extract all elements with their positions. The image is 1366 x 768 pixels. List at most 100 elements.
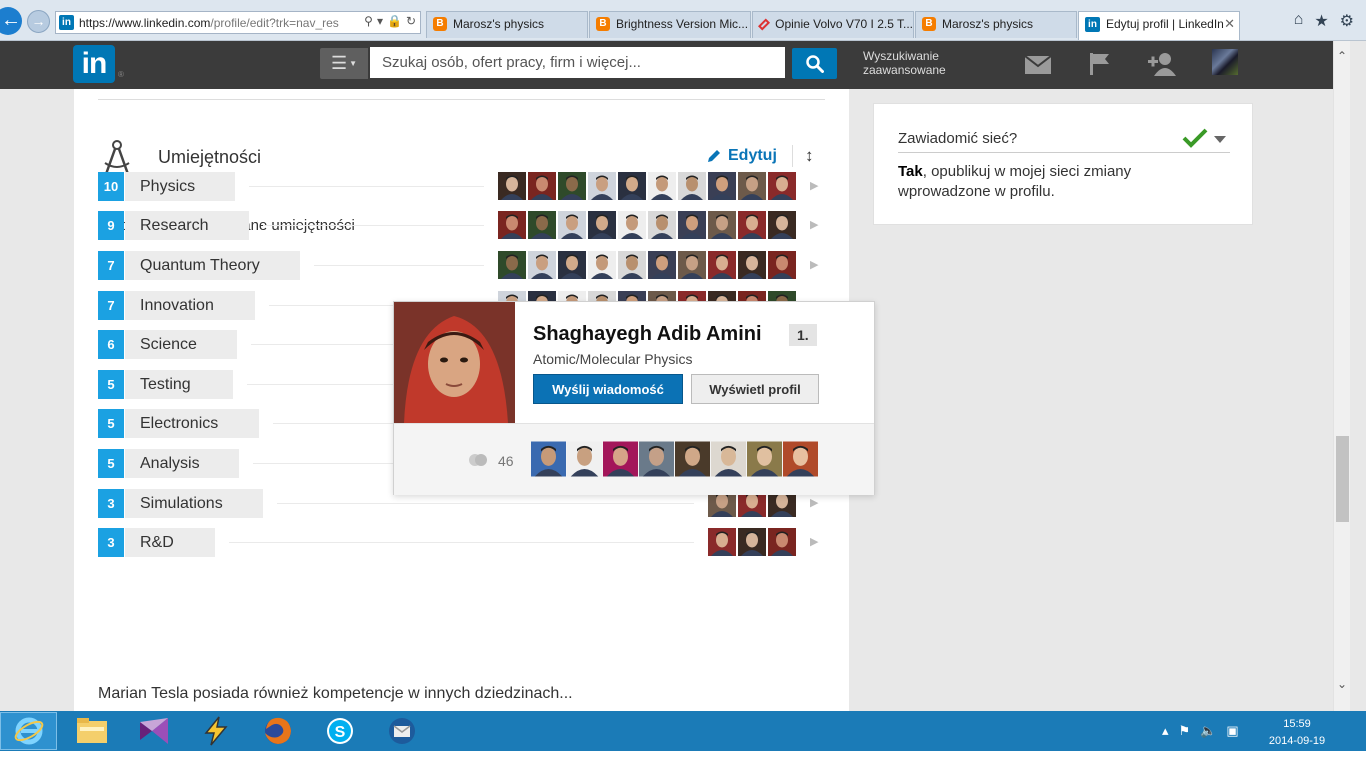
shared-connection-avatar[interactable]: [567, 441, 602, 477]
endorser-avatar[interactable]: [558, 251, 586, 279]
endorser-avatar[interactable]: [708, 528, 736, 556]
endorser-avatar[interactable]: [768, 211, 796, 239]
address-url[interactable]: https://www.linkedin.com/profile/edit?tr…: [79, 16, 351, 30]
endorser-avatar[interactable]: [588, 172, 616, 200]
close-icon[interactable]: ✕: [1224, 16, 1235, 32]
skill-row[interactable]: 3 R&D ▶: [98, 528, 828, 557]
endorser-avatar[interactable]: [708, 211, 736, 239]
skill-name[interactable]: Quantum Theory: [125, 251, 300, 280]
endorser-avatar[interactable]: [708, 251, 736, 279]
file-explorer-button[interactable]: [63, 712, 120, 750]
skill-row[interactable]: 9 Research ▶: [98, 211, 828, 240]
home-icon[interactable]: ⌂: [1294, 11, 1304, 31]
endorser-avatar[interactable]: [768, 172, 796, 200]
shared-connection-avatar[interactable]: [783, 441, 818, 477]
endorser-avatar[interactable]: [768, 528, 796, 556]
endorser-avatar[interactable]: [528, 211, 556, 239]
endorsement-count-badge[interactable]: 3: [98, 528, 124, 557]
endorser-avatar[interactable]: [618, 211, 646, 239]
network-icon[interactable]: ▣: [1226, 723, 1238, 739]
endorser-avatar[interactable]: [558, 211, 586, 239]
forward-button[interactable]: →: [27, 10, 50, 33]
search-icon[interactable]: ⚲: [364, 14, 373, 28]
add-connection-icon[interactable]: [1148, 52, 1178, 76]
endorser-avatar[interactable]: [528, 251, 556, 279]
tab-brightness[interactable]: B Brightness Version Mic...: [589, 11, 751, 38]
endorser-avatar[interactable]: [678, 172, 706, 200]
lock-icon[interactable]: 🔒: [387, 14, 402, 28]
tab-marosz-physics-2[interactable]: B Marosz's physics: [915, 11, 1077, 38]
reorder-icon[interactable]: ↕: [805, 146, 814, 166]
chevron-right-icon[interactable]: ▶: [810, 496, 818, 509]
tab-marosz-physics-1[interactable]: B Marosz's physics: [426, 11, 588, 38]
endorser-avatar[interactable]: [528, 172, 556, 200]
endorser-avatar[interactable]: [498, 211, 526, 239]
contact-name[interactable]: Shaghayegh Adib Amini: [533, 323, 762, 346]
speaker-icon[interactable]: 🔈: [1200, 723, 1216, 739]
search-button[interactable]: [792, 48, 837, 79]
search-input[interactable]: [370, 47, 785, 78]
shared-connection-avatar[interactable]: [603, 441, 638, 477]
endorsement-count-badge[interactable]: 5: [98, 409, 124, 438]
endorser-avatar[interactable]: [678, 251, 706, 279]
mail-icon[interactable]: [1025, 56, 1051, 74]
endorsement-count-badge[interactable]: 5: [98, 370, 124, 399]
flag-tray-icon[interactable]: ⚑: [1179, 723, 1191, 739]
shared-connection-avatar[interactable]: [675, 441, 710, 477]
endorsement-count-badge[interactable]: 10: [98, 172, 124, 201]
star-icon[interactable]: ★: [1314, 11, 1328, 31]
firefox-button[interactable]: [249, 712, 306, 750]
shared-connection-avatar[interactable]: [639, 441, 674, 477]
endorser-avatar[interactable]: [498, 251, 526, 279]
endorser-avatar[interactable]: [498, 172, 526, 200]
visual-studio-button[interactable]: [125, 712, 182, 750]
linkedin-logo[interactable]: in: [73, 45, 115, 83]
connections-count[interactable]: 46: [498, 453, 514, 469]
internet-explorer-button[interactable]: [0, 712, 57, 750]
endorser-avatar[interactable]: [708, 172, 736, 200]
search-scope-menu[interactable]: ☰ ▼: [320, 48, 368, 79]
tab-opinie-volvo[interactable]: Opinie Volvo V70 I 2.5 T...: [752, 11, 914, 38]
endorser-avatar[interactable]: [738, 528, 766, 556]
skill-name[interactable]: Research: [125, 211, 249, 240]
endorser-avatar[interactable]: [738, 211, 766, 239]
skill-name[interactable]: Science: [125, 330, 237, 359]
endorser-avatar[interactable]: [588, 211, 616, 239]
skill-name[interactable]: R&D: [125, 528, 215, 557]
skill-name[interactable]: Innovation: [125, 291, 255, 320]
chevron-right-icon[interactable]: ▶: [810, 218, 818, 231]
winamp-button[interactable]: [187, 712, 244, 750]
shared-connection-avatar[interactable]: [711, 441, 746, 477]
endorser-avatar[interactable]: [738, 251, 766, 279]
endorsement-count-badge[interactable]: 9: [98, 211, 124, 240]
chevron-up-icon[interactable]: ⌃: [1337, 49, 1347, 63]
endorser-avatar[interactable]: [618, 172, 646, 200]
chevron-up-icon[interactable]: ▴: [1162, 723, 1169, 739]
skype-button[interactable]: S: [311, 712, 368, 750]
flag-icon[interactable]: [1089, 53, 1111, 75]
address-bar[interactable]: in https://www.linkedin.com/profile/edit…: [55, 11, 421, 34]
endorsement-count-badge[interactable]: 6: [98, 330, 124, 359]
refresh-icon[interactable]: ↻: [406, 14, 416, 28]
endorsement-count-badge[interactable]: 7: [98, 291, 124, 320]
checkmark-icon[interactable]: [1182, 128, 1208, 148]
chevron-right-icon[interactable]: ▶: [810, 179, 818, 192]
tab-edit-profile[interactable]: in Edytuj profil | LinkedIn ✕: [1078, 11, 1240, 40]
endorser-avatar[interactable]: [768, 251, 796, 279]
other-skills-label[interactable]: Marian Tesla posiada również kompetencje…: [98, 685, 573, 703]
clock[interactable]: 15:59 2014-09-19: [1262, 716, 1332, 750]
thunderbird-button[interactable]: [373, 712, 430, 750]
shared-connection-avatar[interactable]: [531, 441, 566, 477]
chevron-right-icon[interactable]: ▶: [810, 535, 818, 548]
endorser-avatar[interactable]: [648, 172, 676, 200]
skill-name[interactable]: Simulations: [125, 489, 263, 518]
shared-connection-avatar[interactable]: [747, 441, 782, 477]
user-avatar[interactable]: [1212, 49, 1238, 75]
endorsement-count-badge[interactable]: 5: [98, 449, 124, 478]
profile-photo[interactable]: [394, 302, 515, 423]
endorser-avatar[interactable]: [648, 211, 676, 239]
endorser-avatar[interactable]: [588, 251, 616, 279]
dropdown-icon[interactable]: ▾: [377, 14, 383, 28]
scrollbar-thumb[interactable]: [1336, 436, 1349, 522]
chevron-down-icon[interactable]: ⌄: [1337, 677, 1347, 691]
